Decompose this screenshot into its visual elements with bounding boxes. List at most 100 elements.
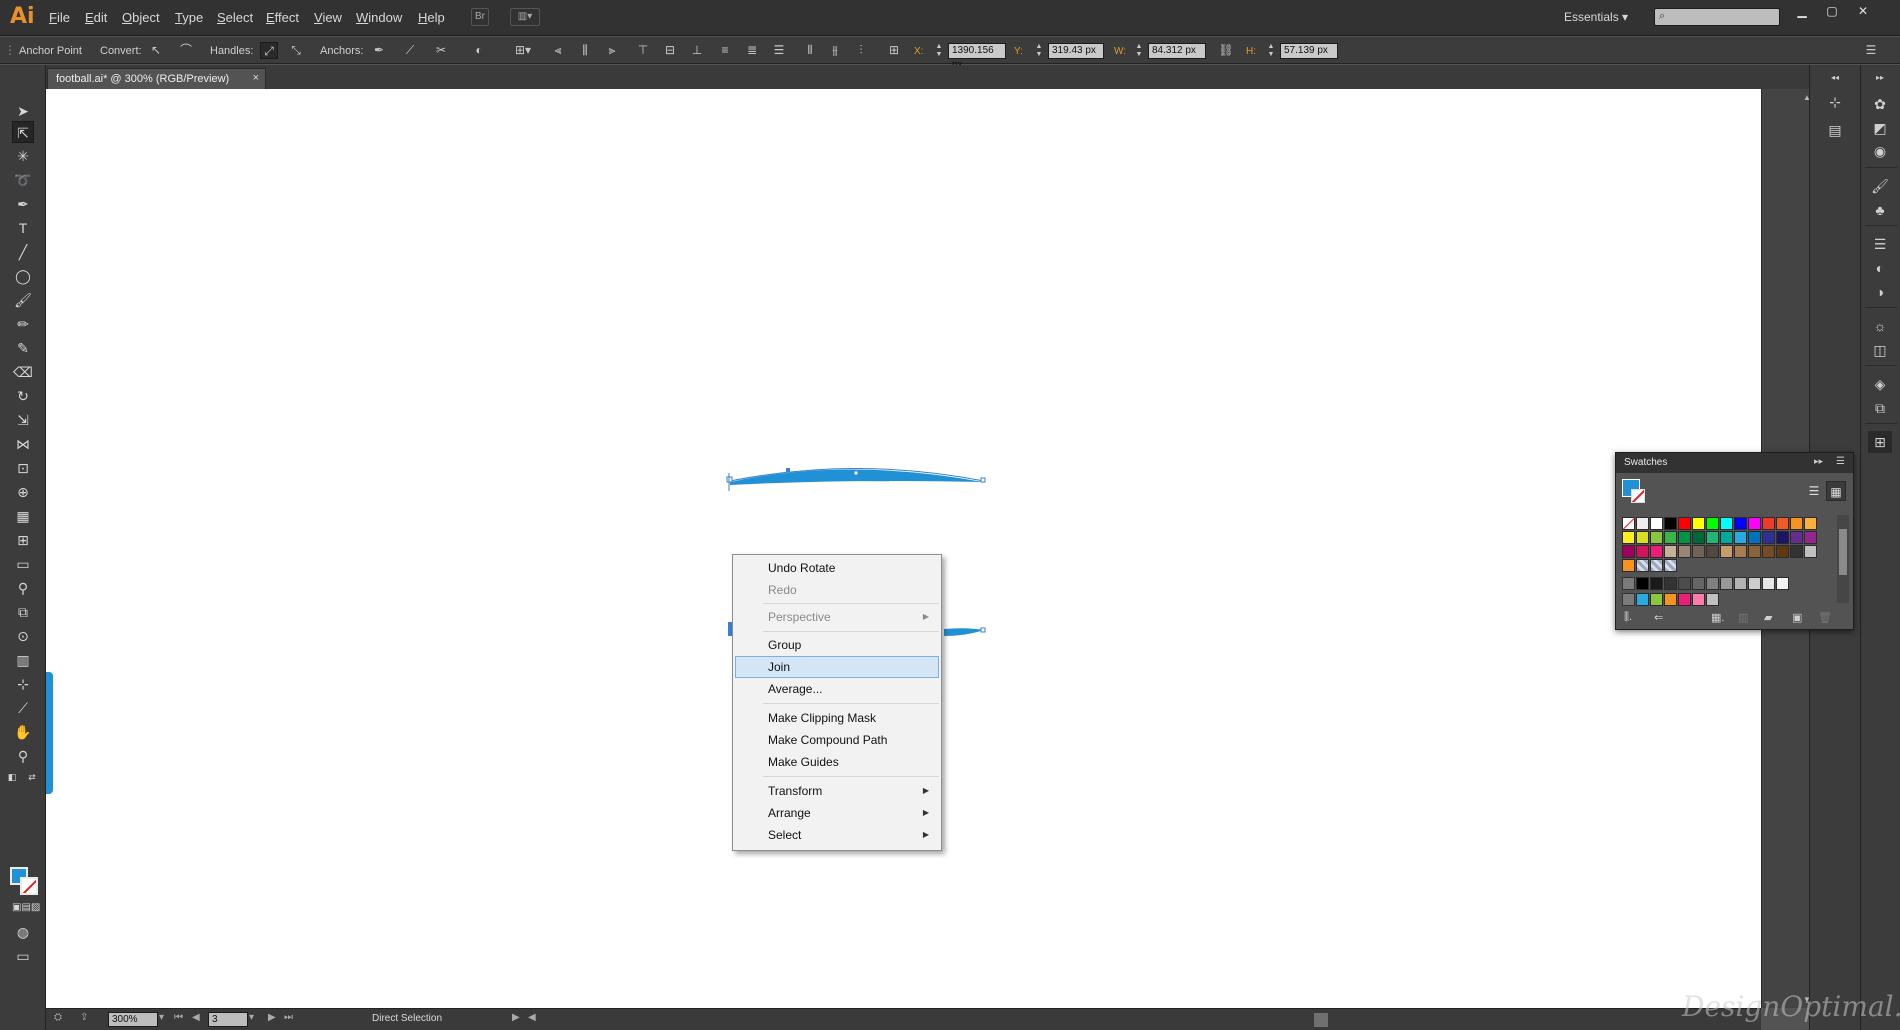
swatch[interactable] xyxy=(1720,577,1733,590)
menu-item-join[interactable]: Join xyxy=(735,656,939,678)
free-transform-tool-icon[interactable]: ⊡ xyxy=(12,457,34,479)
swatch[interactable] xyxy=(1734,517,1747,530)
appearance-panel-icon[interactable]: ☼ xyxy=(1868,315,1892,337)
magic-wand-tool-icon[interactable]: ✳ xyxy=(12,145,34,167)
swatch[interactable] xyxy=(1706,545,1719,558)
swatch-libraries-icon[interactable]: ⫼. xyxy=(1624,611,1632,624)
x-field[interactable]: 1390.156 px xyxy=(948,43,1006,70)
zoom-tool-icon[interactable]: ⚲ xyxy=(12,745,34,767)
swatch[interactable] xyxy=(1776,531,1789,544)
swatch[interactable] xyxy=(1650,559,1663,572)
w-spinner-icon[interactable]: ▲ ▼ xyxy=(1134,43,1144,59)
swatch[interactable] xyxy=(1720,545,1733,558)
graph-tool-icon[interactable]: ▥ xyxy=(12,649,34,671)
zoom-field[interactable]: 300% xyxy=(108,1012,158,1027)
swatch[interactable] xyxy=(1650,517,1663,530)
lasso-tool-icon[interactable]: ➰ xyxy=(12,169,34,191)
menu-item-make-compound-path[interactable]: Make Compound Path xyxy=(735,729,939,751)
swatch[interactable] xyxy=(1790,531,1803,544)
menu-file[interactable]: File xyxy=(49,10,70,25)
prev-artboard-icon[interactable]: ◀ xyxy=(192,1012,200,1023)
blob-brush-tool-icon[interactable]: ✎ xyxy=(12,337,34,359)
menu-view[interactable]: View xyxy=(314,10,342,25)
line-tool-icon[interactable]: ╱ xyxy=(12,241,34,263)
type-tool-icon[interactable]: T xyxy=(12,217,34,239)
align-hcenter-icon[interactable]: ⫼ xyxy=(576,42,594,59)
swatch[interactable] xyxy=(1622,545,1635,558)
selection-tool-icon[interactable]: ➤ xyxy=(12,100,34,122)
stroke-panel-icon[interactable]: ☰ xyxy=(1868,233,1892,255)
distribute-top-icon[interactable]: ≡ xyxy=(716,42,734,59)
artboard-tool-icon[interactable]: ⊹ xyxy=(12,673,34,695)
ellipse-tool-icon[interactable]: ◯ xyxy=(12,265,34,287)
swatch[interactable] xyxy=(1748,545,1761,558)
distribute-right-icon[interactable]: ⫶ xyxy=(852,42,870,59)
swatch[interactable] xyxy=(1762,545,1775,558)
perspective-grid-tool-icon[interactable]: ▦ xyxy=(12,505,34,527)
menu-item-make-guides[interactable]: Make Guides xyxy=(735,751,939,773)
control-panel-menu-icon[interactable]: ☰ xyxy=(1862,42,1880,59)
gradient-panel-icon[interactable]: ◐ xyxy=(1868,257,1892,279)
layers-panel-icon[interactable]: ◈ xyxy=(1868,373,1892,395)
swatch[interactable] xyxy=(1776,545,1789,558)
swatch[interactable] xyxy=(1636,545,1649,558)
paintbrush-tool-icon[interactable]: 🖌 xyxy=(12,289,34,311)
swatch-options-icon[interactable]: ▦. xyxy=(1711,611,1724,624)
default-colors-icon[interactable]: ◧ xyxy=(6,771,18,783)
artboard-canvas[interactable] xyxy=(46,89,1761,1008)
color-guide-panel-icon[interactable]: ◩ xyxy=(1868,117,1892,139)
menu-edit[interactable]: Edit xyxy=(85,10,107,25)
swatches-panel-header[interactable]: Swatches ▸▸ ☰ xyxy=(1616,453,1853,473)
hand-tool-icon[interactable]: ✋ xyxy=(12,721,34,743)
swatch[interactable] xyxy=(1692,531,1705,544)
status-share-icon[interactable]: ⛭ xyxy=(54,1012,62,1023)
swatch[interactable] xyxy=(1734,531,1747,544)
symbols-panel-icon[interactable]: ♣ xyxy=(1868,199,1892,221)
swatch[interactable] xyxy=(1706,531,1719,544)
bridge-icon[interactable]: Br xyxy=(471,8,489,26)
document-tab[interactable]: football.ai* @ 300% (RGB/Preview) × xyxy=(47,68,266,89)
handle-point-upper[interactable] xyxy=(786,468,790,472)
isolate-object-icon[interactable]: ◐ xyxy=(470,42,488,59)
swatch[interactable] xyxy=(1650,577,1663,590)
artboard-dropdown-icon[interactable]: ▾ xyxy=(249,1012,254,1023)
swatch[interactable] xyxy=(1720,517,1733,530)
menu-item-make-clipping-mask[interactable]: Make Clipping Mask xyxy=(735,707,939,729)
menu-object[interactable]: Object xyxy=(122,10,160,25)
artboards-panel-icon-2[interactable]: ⧉ xyxy=(1868,397,1892,419)
panel-menu-icon[interactable]: ☰ xyxy=(1836,456,1845,467)
blend-tool-icon[interactable]: ⧉ xyxy=(12,601,34,623)
scale-tool-icon[interactable]: ⇲ xyxy=(12,409,34,431)
status-menu-icon[interactable]: ▶ xyxy=(512,1012,520,1023)
status-export-icon[interactable]: ⇪ xyxy=(80,1012,88,1023)
swatch[interactable] xyxy=(1678,545,1691,558)
swatches-scrollbar[interactable] xyxy=(1837,515,1849,603)
menu-type[interactable]: Type xyxy=(175,10,203,25)
workspace-switcher[interactable]: Essentials ▾ xyxy=(1564,10,1628,24)
swatch[interactable] xyxy=(1692,593,1705,606)
transform-panel-icon[interactable]: ⊞ xyxy=(1868,431,1892,453)
swatch[interactable] xyxy=(1636,531,1649,544)
align-panel-icon[interactable]: ▤ xyxy=(1823,119,1847,141)
eraser-tool-icon[interactable]: ⌫ xyxy=(12,361,34,383)
eyedropper-tool-icon[interactable]: ⚲ xyxy=(12,577,34,599)
swatch[interactable] xyxy=(1706,517,1719,530)
arrange-documents-icon[interactable]: ▥▾ xyxy=(510,8,540,26)
swatch[interactable] xyxy=(1664,517,1677,530)
swatch[interactable] xyxy=(1664,559,1677,572)
connect-endpoints-icon[interactable]: ⟋ xyxy=(401,42,419,59)
align-vcenter-icon[interactable]: ⊟ xyxy=(661,42,679,59)
swatch[interactable] xyxy=(1664,531,1677,544)
swatch[interactable] xyxy=(1636,559,1649,572)
next-artboard-icon[interactable]: ▶ xyxy=(268,1012,276,1023)
cut-path-icon[interactable]: ✂ xyxy=(432,42,450,59)
swatch[interactable] xyxy=(1692,517,1705,530)
width-tool-icon[interactable]: ⋈ xyxy=(12,433,34,455)
swatch[interactable] xyxy=(1762,577,1775,590)
menu-item-average[interactable]: Average... xyxy=(735,678,939,700)
search-input[interactable]: ⌕ xyxy=(1654,8,1780,26)
distribute-vcenter-icon[interactable]: ≣ xyxy=(743,42,761,59)
swatch[interactable] xyxy=(1734,545,1747,558)
pencil-tool-icon[interactable]: ✏ xyxy=(12,313,34,335)
swatch[interactable] xyxy=(1664,545,1677,558)
